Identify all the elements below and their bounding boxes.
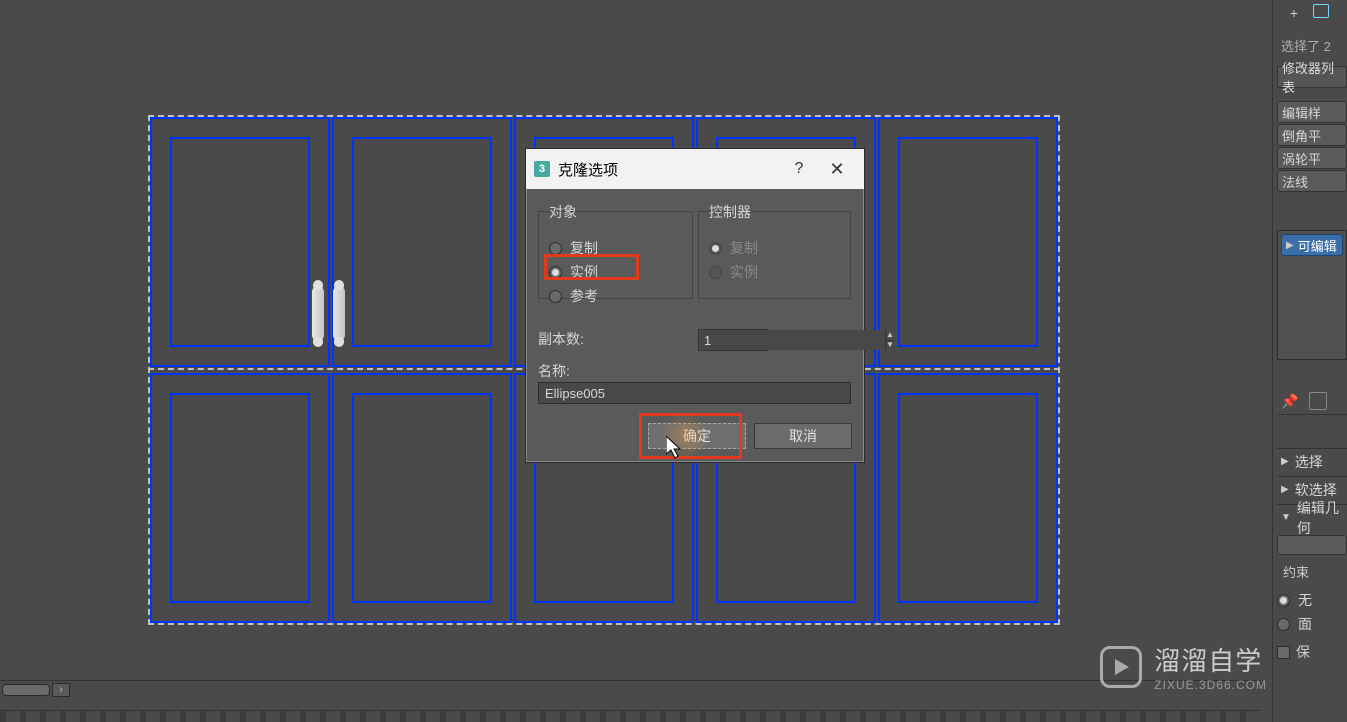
option-label: 保 (1296, 642, 1310, 662)
dialog-titlebar[interactable]: 3 克隆选项 ? ✕ (526, 149, 864, 189)
app-icon: 3 (534, 161, 550, 177)
click-highlight (660, 413, 710, 459)
stack-button[interactable]: 涡轮平 (1277, 147, 1347, 169)
option-label: 复制 (730, 238, 758, 258)
handle-shape (333, 286, 345, 341)
pin-icon[interactable]: 📌 (1281, 392, 1299, 410)
controller-option-copy: 复制 (709, 236, 840, 260)
constraint-option-face[interactable]: 面 (1277, 612, 1347, 636)
name-label: 名称: (538, 361, 570, 381)
wire-panel (332, 117, 512, 367)
watermark-logo-icon (1100, 646, 1142, 688)
help-button[interactable]: ? (780, 160, 818, 178)
modifier-name: 可编辑 (1298, 236, 1337, 255)
modifier-stack[interactable]: ▶ 可编辑 (1277, 230, 1347, 360)
rollout-label: 软选择 (1295, 480, 1337, 500)
edit-geo-action[interactable] (1277, 535, 1347, 555)
rollout-label: 编辑几何 (1297, 498, 1347, 538)
rollout-edit-geometry[interactable]: ▼ 编辑几何 (1277, 504, 1347, 530)
object-group: 对象 复制 实例 参考 (538, 211, 693, 299)
checkbox-icon (1277, 646, 1290, 659)
wire-panel (878, 373, 1058, 623)
modifier-stack-item-selected[interactable]: ▶ 可编辑 (1281, 234, 1343, 256)
object-group-legend: 对象 (545, 202, 581, 222)
plus-icon[interactable]: + (1285, 4, 1303, 22)
option-label: 参考 (570, 286, 598, 306)
wire-panel (150, 373, 330, 623)
copies-spinner[interactable]: ▲ ▼ (698, 329, 768, 351)
constraint-option-none[interactable]: 无 (1277, 588, 1347, 612)
radio-icon (1277, 594, 1290, 607)
option-label: 无 (1298, 590, 1312, 610)
option-label: 实例 (730, 262, 758, 282)
time-slider[interactable]: › (0, 680, 1260, 698)
wire-panel (878, 117, 1058, 367)
cancel-button-label: 取消 (789, 426, 817, 446)
radio-icon (549, 242, 562, 255)
option-label: 面 (1298, 614, 1312, 634)
option-label: 复制 (570, 238, 598, 258)
stack-button[interactable]: 倒角平 (1277, 124, 1347, 146)
handle-shape (312, 286, 324, 341)
copies-input[interactable] (699, 330, 885, 350)
mod-panel-icon[interactable] (1313, 4, 1329, 18)
controller-group-legend: 控制器 (705, 202, 755, 222)
option-label: 实例 (570, 262, 598, 282)
watermark-sub: ZIXUE.3D66.COM (1154, 678, 1267, 692)
command-panel[interactable]: + 选择了 2 修改器列表 编辑样 倒角平 涡轮平 法线 ▶ 可编辑 📌 ▶ 选… (1272, 0, 1347, 722)
time-slider-thumb[interactable] (2, 684, 50, 696)
spinner-up-icon[interactable]: ▲ (886, 330, 894, 341)
cancel-button[interactable]: 取消 (754, 423, 852, 449)
radio-icon (1277, 618, 1290, 631)
expand-icon: ▶ (1286, 240, 1294, 251)
option-reference[interactable]: 参考 (549, 284, 682, 308)
watermark-title: 溜溜自学 (1154, 641, 1267, 678)
constraint-label: 约束 (1277, 562, 1347, 581)
wire-panel (332, 373, 512, 623)
radio-icon (549, 290, 562, 303)
clone-options-dialog: 3 克隆选项 ? ✕ 对象 复制 实例 参考 控制器 (525, 148, 865, 463)
watermark: 溜溜自学 ZIXUE.3D66.COM (1100, 641, 1267, 692)
timeline-ruler (0, 710, 1260, 722)
config-icon[interactable] (1309, 392, 1327, 410)
wire-panel (150, 117, 330, 367)
dialog-title: 克隆选项 (558, 159, 780, 180)
radio-icon (549, 266, 562, 279)
name-input[interactable] (538, 382, 851, 404)
chevron-right-icon: ▶ (1281, 484, 1289, 495)
radio-icon (709, 266, 722, 279)
controller-option-instance: 实例 (709, 260, 840, 284)
stack-button[interactable]: 编辑样 (1277, 101, 1347, 123)
rollout-label: 选择 (1295, 452, 1323, 472)
option-copy[interactable]: 复制 (549, 236, 682, 260)
modifier-list-dropdown[interactable]: 修改器列表 (1277, 66, 1347, 88)
spinner-down-icon[interactable]: ▼ (886, 341, 894, 351)
stack-button[interactable]: 法线 (1277, 170, 1347, 192)
chevron-down-icon: ▼ (1281, 512, 1291, 523)
copies-label: 副本数: (538, 329, 584, 349)
option-instance[interactable]: 实例 (549, 260, 682, 284)
time-slider-step[interactable]: › (52, 683, 70, 697)
chevron-right-icon: ▶ (1281, 456, 1289, 467)
controller-group: 控制器 复制 实例 (698, 211, 851, 299)
close-button[interactable]: ✕ (818, 159, 856, 180)
rollout-select[interactable]: ▶ 选择 (1277, 448, 1347, 474)
radio-icon (709, 242, 722, 255)
preserve-option[interactable]: 保 (1277, 642, 1347, 662)
